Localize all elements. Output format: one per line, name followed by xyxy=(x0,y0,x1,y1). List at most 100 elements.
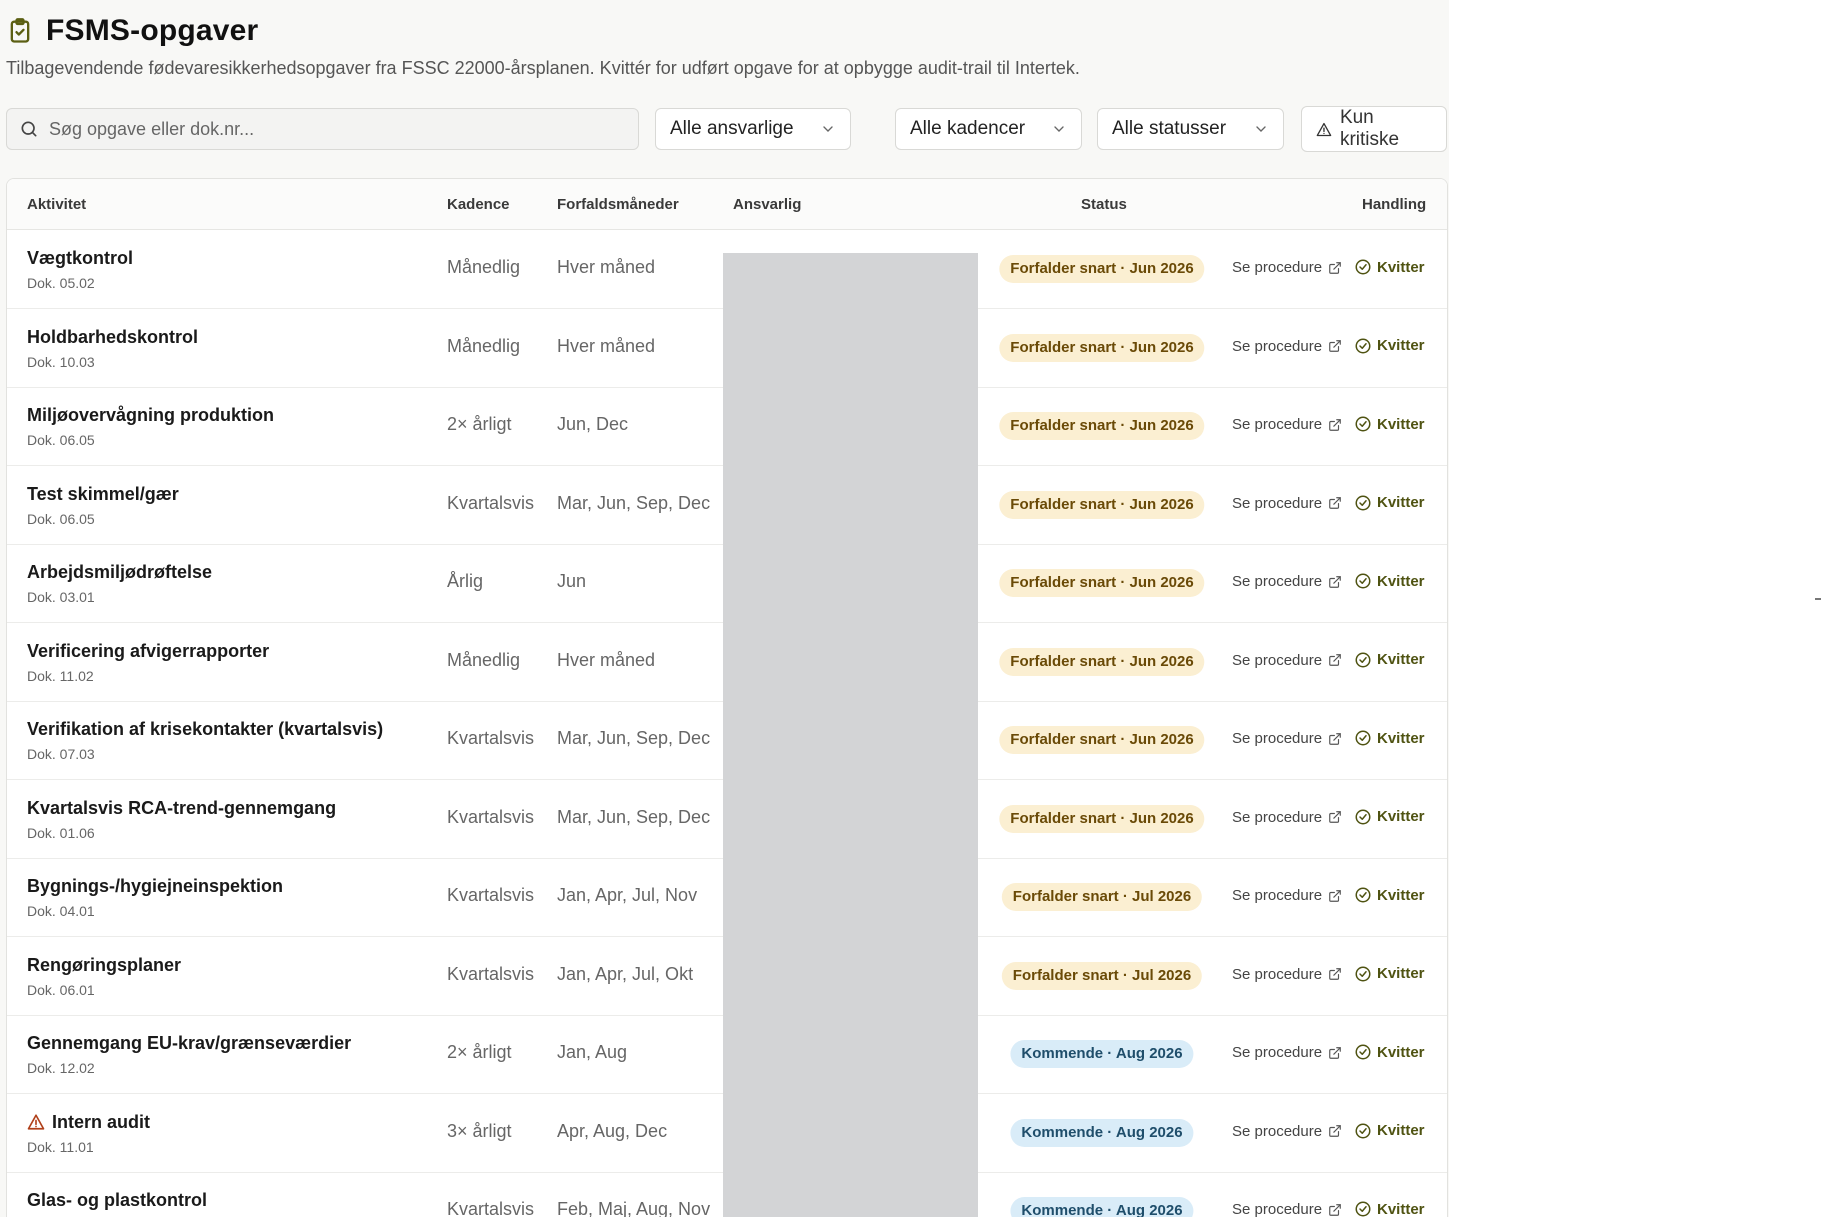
due-months-cell: Jun xyxy=(557,571,587,591)
external-link-icon xyxy=(1329,1125,1341,1137)
see-procedure-label: Se procedure xyxy=(1232,573,1323,590)
see-procedure-label: Se procedure xyxy=(1232,965,1323,983)
status-badge: Kommende · Aug 2026 xyxy=(1010,1040,1194,1068)
due-months-cell: Apr, Aug, Dec xyxy=(557,1120,668,1141)
acknowledge-button[interactable]: Kvitter xyxy=(1354,258,1425,276)
see-procedure-link[interactable]: Se procedure xyxy=(1232,809,1342,826)
cadence-cell: Kvartalsvis xyxy=(447,492,535,513)
acknowledge-label: Kvitter xyxy=(1377,1122,1425,1139)
critical-only-toggle[interactable]: Kun kritiske xyxy=(1301,106,1447,152)
acknowledge-label: Kvitter xyxy=(1377,651,1425,668)
acknowledge-button[interactable]: Kvitter xyxy=(1354,965,1425,983)
activity-name: Miljøovervågning produktion xyxy=(27,405,274,426)
check-circle-icon xyxy=(1355,495,1371,510)
acknowledge-button[interactable]: Kvitter xyxy=(1354,808,1425,826)
document-number: Dok. 06.05 xyxy=(27,432,95,448)
column-header-cadence[interactable]: Kadence xyxy=(447,196,510,213)
activity-name-text: Verificering afvigerrapporter xyxy=(27,640,270,661)
check-circle-icon xyxy=(1355,652,1371,667)
see-procedure-link[interactable]: Se procedure xyxy=(1232,573,1342,590)
document-number: Dok. 10.03 xyxy=(27,353,95,370)
see-procedure-link[interactable]: Se procedure xyxy=(1232,259,1342,276)
check-circle-icon xyxy=(1355,416,1371,432)
activity-name-text: Vægtkontrol xyxy=(27,248,133,268)
document-number: Dok. 06.01 xyxy=(27,981,95,998)
activity-name: Test skimmel/gær xyxy=(27,484,179,505)
cadence-cell: 3× årligt xyxy=(447,1120,512,1141)
activity-name-text: Bygnings-/hygiejneinspektion xyxy=(27,876,284,896)
see-procedure-link[interactable]: Se procedure xyxy=(1232,1201,1342,1217)
status-badge: Forfalder snart · Jun 2026 xyxy=(999,333,1205,362)
status-badge: Forfalder snart · Jun 2026 xyxy=(999,255,1205,283)
see-procedure-link[interactable]: Se procedure xyxy=(1232,495,1342,512)
chevron-down-icon xyxy=(1256,126,1266,132)
column-header-activity[interactable]: Aktivitet xyxy=(27,196,86,213)
see-procedure-link[interactable]: Se procedure xyxy=(1232,416,1342,433)
column-header-months[interactable]: Forfaldsmåneder xyxy=(557,196,679,213)
cadence-filter-select[interactable]: Alle kadencer xyxy=(895,108,1082,150)
acknowledge-button[interactable]: Kvitter xyxy=(1354,886,1425,904)
status-badge: Forfalder snart · Jun 2026 xyxy=(999,412,1205,440)
acknowledge-button[interactable]: Kvitter xyxy=(1354,729,1425,747)
acknowledge-button[interactable]: Kvitter xyxy=(1354,1122,1425,1140)
see-procedure-label: Se procedure xyxy=(1232,416,1323,433)
status-badge: Forfalder snart · Jun 2026 xyxy=(999,490,1205,519)
see-procedure-label: Se procedure xyxy=(1232,259,1323,276)
acknowledge-button[interactable]: Kvitter xyxy=(1354,1043,1425,1061)
due-months-cell: Feb, Maj, Aug, Nov xyxy=(557,1199,711,1217)
check-circle-icon xyxy=(1355,730,1371,746)
see-procedure-label: Se procedure xyxy=(1232,494,1323,512)
external-link-icon xyxy=(1329,261,1341,274)
warning-icon xyxy=(27,1114,45,1130)
due-months-cell: Jan, Apr, Jul, Okt xyxy=(557,963,694,984)
see-procedure-link[interactable]: Se procedure xyxy=(1232,652,1342,669)
acknowledge-label: Kvitter xyxy=(1377,1200,1425,1217)
cadence-filter-label: Alle kadencer xyxy=(910,118,1026,139)
column-header-responsible[interactable]: Ansvarlig xyxy=(733,196,801,213)
external-link-icon xyxy=(1329,497,1341,509)
see-procedure-link[interactable]: Se procedure xyxy=(1232,887,1342,904)
cadence-cell: Månedlig xyxy=(447,257,521,277)
see-procedure-label: Se procedure xyxy=(1232,887,1323,904)
document-number: Dok. 01.06 xyxy=(27,824,95,841)
search-box[interactable] xyxy=(6,108,639,150)
see-procedure-link[interactable]: Se procedure xyxy=(1232,730,1342,747)
acknowledge-button[interactable]: Kvitter xyxy=(1354,494,1425,512)
external-link-icon xyxy=(1329,654,1341,666)
see-procedure-link[interactable]: Se procedure xyxy=(1232,1044,1342,1061)
external-link-icon xyxy=(1329,1046,1341,1059)
acknowledge-button[interactable]: Kvitter xyxy=(1354,651,1425,669)
acknowledge-button[interactable]: Kvitter xyxy=(1354,337,1425,355)
see-procedure-link[interactable]: Se procedure xyxy=(1232,1123,1342,1140)
acknowledge-label: Kvitter xyxy=(1377,337,1425,354)
check-circle-icon xyxy=(1355,809,1371,824)
activity-name: Gennemgang EU-krav/grænseværdier xyxy=(27,1033,351,1054)
search-icon xyxy=(21,121,37,137)
document-number: Dok. 05.02 xyxy=(27,275,95,291)
page-header: FSMS-opgaver xyxy=(6,14,258,48)
document-number: Dok. 11.01 xyxy=(27,1138,94,1155)
responsible-filter-select[interactable]: Alle ansvarlige xyxy=(655,108,851,150)
document-number: Dok. 12.02 xyxy=(27,1060,95,1076)
check-circle-icon xyxy=(1355,887,1371,903)
acknowledge-button[interactable]: Kvitter xyxy=(1354,415,1425,433)
acknowledge-button[interactable]: Kvitter xyxy=(1354,572,1425,590)
see-procedure-link[interactable]: Se procedure xyxy=(1232,338,1342,355)
search-input[interactable] xyxy=(47,117,611,141)
document-number: Dok. 11.02 xyxy=(27,667,94,684)
cadence-cell: Kvartalsvis xyxy=(447,728,535,748)
activity-name: Rengøringsplaner xyxy=(27,955,181,976)
acknowledge-button[interactable]: Kvitter xyxy=(1354,1200,1425,1217)
column-header-status[interactable]: Status xyxy=(1081,196,1127,213)
check-circle-icon xyxy=(1355,573,1371,589)
responsible-filter-label: Alle ansvarlige xyxy=(670,118,794,139)
status-badge: Forfalder snart · Jun 2026 xyxy=(999,569,1205,597)
status-badge: Kommende · Aug 2026 xyxy=(1010,1197,1194,1217)
status-badge: Forfalder snart · Jul 2026 xyxy=(1001,883,1203,911)
acknowledge-label: Kvitter xyxy=(1377,572,1425,590)
chevron-down-icon xyxy=(1054,126,1064,132)
status-filter-select[interactable]: Alle statusser xyxy=(1097,108,1284,150)
activity-name-text: Gennemgang EU-krav/grænseværdier xyxy=(27,1033,352,1053)
see-procedure-link[interactable]: Se procedure xyxy=(1232,966,1342,983)
acknowledge-label: Kvitter xyxy=(1377,415,1425,433)
